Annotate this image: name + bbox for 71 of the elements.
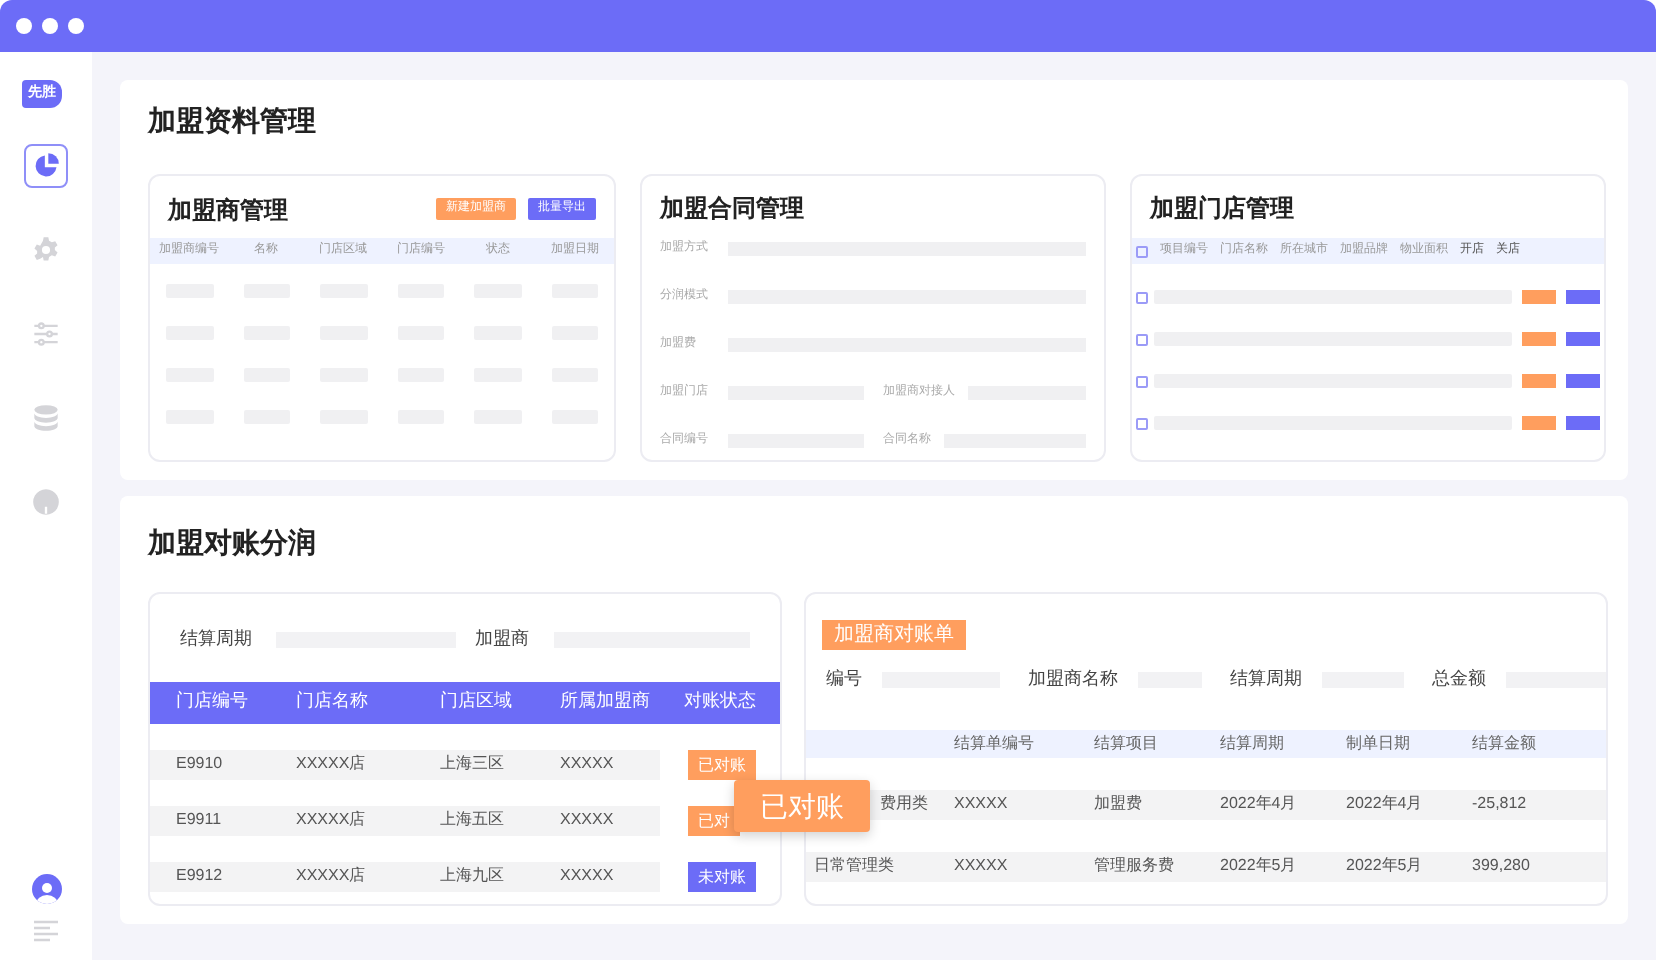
table-cell-text: XXXXX <box>560 864 616 888</box>
checkbox[interactable] <box>1136 245 1148 257</box>
close-store-button[interactable] <box>1566 374 1600 388</box>
table-cell-text: 2022年4月 <box>1220 792 1299 816</box>
table-cell-text: XXXXX店 <box>296 808 368 832</box>
table-cell-text: XXXXX <box>954 854 1010 878</box>
column-header: 结算周期 <box>1220 731 1286 755</box>
column-header: 门店名称 <box>296 688 370 715</box>
column-header: 结算金额 <box>1472 731 1538 755</box>
open-store-button[interactable] <box>1522 374 1556 388</box>
column-header: 门店编号 <box>176 688 250 715</box>
table-cell-text: 上海九区 <box>440 864 506 888</box>
close-store-button[interactable] <box>1566 416 1600 430</box>
table-cell-text: 399,280 <box>1472 854 1532 878</box>
menu-icon[interactable] <box>34 920 58 944</box>
table-cell-text: E9912 <box>176 864 225 888</box>
table-cell-text: 上海五区 <box>440 808 506 832</box>
column-header: 对账状态 <box>684 688 758 715</box>
column-header: 结算项目 <box>1094 731 1160 755</box>
table-cell-text: -25,812 <box>1472 792 1529 816</box>
table-cell-text: XXXXX店 <box>296 752 368 776</box>
table-cell-text: E9911 <box>176 808 224 832</box>
statement-title: 加盟商对账单 <box>822 620 966 650</box>
table-cell-text: XXXXX店 <box>296 864 368 888</box>
table-cell-text: 2022年5月 <box>1220 854 1299 878</box>
table-cell-text: E9910 <box>176 752 225 776</box>
field-label: 总金额 <box>1432 666 1486 692</box>
user-avatar[interactable] <box>31 874 61 904</box>
card-title: 加盟商管理 <box>168 193 288 227</box>
card-title: 加盟门店管理 <box>1147 192 1296 226</box>
field-label: 加盟商名称 <box>1028 666 1118 692</box>
table-cell-text: XXXXX <box>560 808 616 832</box>
close-store-button[interactable] <box>1566 290 1600 304</box>
status-badge: 已对账 <box>688 749 756 779</box>
table-cell-text: 管理服务费 <box>1094 854 1176 878</box>
table-cell-text: 费用类 <box>880 792 930 816</box>
table-cell-text: 上海三区 <box>440 752 506 776</box>
open-store-button[interactable] <box>1522 332 1556 346</box>
open-store-button[interactable] <box>1522 416 1556 430</box>
table-cell-text: 2022年4月 <box>1346 792 1425 816</box>
close-store-button[interactable] <box>1566 332 1600 346</box>
field-label: 结算周期 <box>1230 666 1302 692</box>
column-header: 门店区域 <box>440 688 514 715</box>
table-cell-text: XXXXX <box>954 792 1010 816</box>
section-title: 加盟对账分润 <box>148 524 318 562</box>
checkbox[interactable] <box>1136 333 1148 345</box>
user-icon <box>35 880 57 904</box>
field-label: 编号 <box>826 666 862 692</box>
table-cell-text: 日常管理类 <box>814 854 896 878</box>
card-title: 加盟合同管理 <box>660 192 806 226</box>
section-title: 加盟资料管理 <box>148 102 318 140</box>
table-cell-text: XXXXX <box>560 752 616 776</box>
pie-chart-icon[interactable] <box>32 152 60 180</box>
drag-badge[interactable]: 已对账 <box>734 780 870 832</box>
column-header: 制单日期 <box>1346 731 1412 755</box>
sliders-icon[interactable] <box>32 320 60 348</box>
status-badge: 已对 <box>688 805 740 835</box>
table-cell-text: 加盟费 <box>1094 792 1144 816</box>
status-badge: 未对账 <box>688 861 756 891</box>
open-store-button[interactable] <box>1522 290 1556 304</box>
checkbox[interactable] <box>1136 291 1148 303</box>
settings-icon[interactable] <box>32 236 60 264</box>
column-header: 结算单编号 <box>954 731 1036 755</box>
database-icon[interactable] <box>32 404 60 432</box>
filter-label: 结算周期 <box>180 626 252 652</box>
filter-label: 加盟商 <box>475 626 529 652</box>
checkbox[interactable] <box>1136 417 1148 429</box>
table-cell-text: 2022年5月 <box>1346 854 1425 878</box>
column-header: 所属加盟商 <box>560 688 652 715</box>
sidebar-item[interactable] <box>24 144 68 188</box>
checkbox[interactable] <box>1136 375 1148 387</box>
